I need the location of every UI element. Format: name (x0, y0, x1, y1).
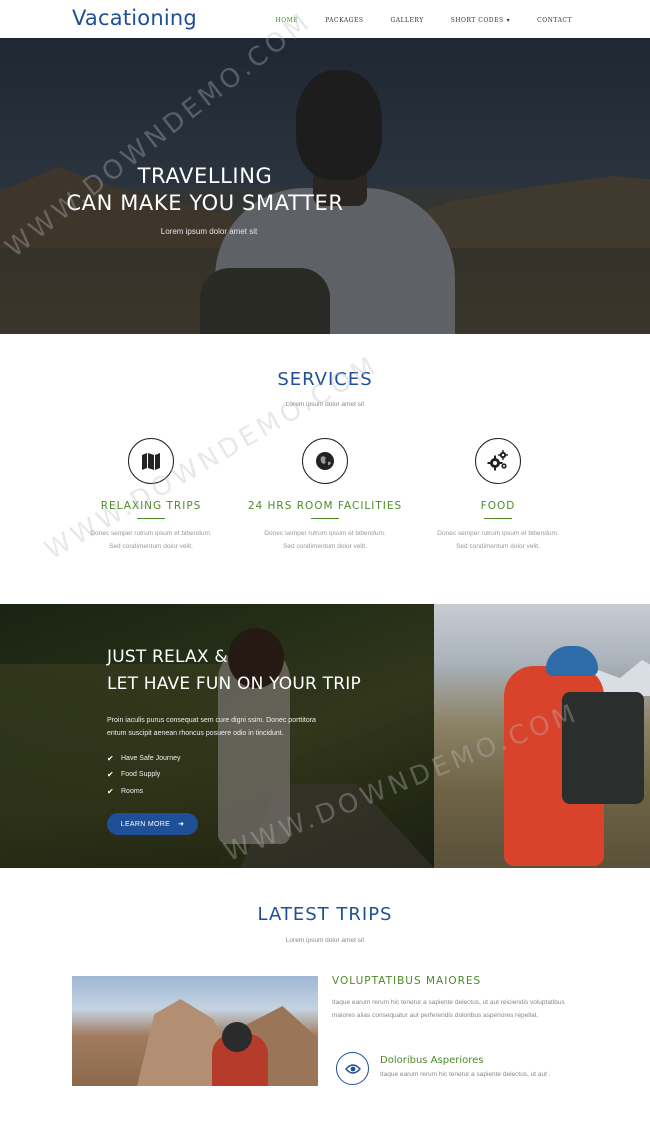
service-divider (484, 518, 512, 519)
nav-contact[interactable]: CONTACT (537, 17, 572, 24)
learn-more-label: LEARN MORE (120, 820, 171, 828)
service-name: FOOD (480, 500, 516, 512)
relax-feature-list: ✔ Have Safe Journey ✔ Food Supply ✔ Rooms (107, 750, 181, 800)
trip-title[interactable]: VOLUPTATIBUS MAIORES (332, 975, 481, 987)
service-food: FOOD Donec semper rutrum ipsum et bibend… (408, 438, 588, 553)
check-icon: ✔ (107, 770, 114, 780)
list-item-label: Rooms (121, 787, 144, 795)
main-nav: HOME PACKAGES GALLERY SHORT CODES ▾ CONTA… (248, 17, 572, 24)
eye-icon (344, 1063, 361, 1074)
latest-trips-subtitle: Lorem ipsum dolor amet sit (285, 937, 365, 944)
trip-person-head (222, 1022, 252, 1052)
service-icon-circle[interactable] (302, 438, 348, 484)
relax-title-line2: LET HAVE FUN ON YOUR TRIP (107, 674, 361, 694)
relax-photographer-hat (546, 646, 598, 676)
list-item-label: Have Safe Journey (121, 754, 181, 762)
service-name: 24 HRS ROOM FACILITIES (247, 500, 403, 512)
relax-photo-photographer (434, 604, 650, 868)
service-divider (137, 518, 165, 519)
relax-section: JUST RELAX & LET HAVE FUN ON YOUR TRIP P… (0, 604, 650, 868)
service-relaxing-trips: RELAXING TRIPS Donec semper rutrum ipsum… (61, 438, 241, 553)
nav-short-codes[interactable]: SHORT CODES ▾ (451, 17, 510, 24)
service-name: RELAXING TRIPS (100, 500, 202, 512)
nav-home[interactable]: HOME (275, 17, 298, 24)
service-room-facilities: 24 HRS ROOM FACILITIES Donec semper rutr… (235, 438, 415, 553)
hero-title-line1: TRAVELLING (137, 164, 273, 188)
site-logo[interactable]: Vacationing (72, 6, 197, 30)
service-desc: Donec semper rutrum ipsum et bibendum. S… (61, 527, 241, 553)
nav-short-codes-label: SHORT CODES (450, 17, 504, 24)
service-desc-line1: Donec semper rutrum ipsum et bibendum. (90, 530, 212, 537)
nav-gallery[interactable]: GALLERY (390, 17, 423, 24)
site-header: Vacationing HOME PACKAGES GALLERY SHORT … (0, 0, 650, 38)
check-icon: ✔ (107, 786, 114, 796)
service-icon-circle[interactable] (475, 438, 521, 484)
nav-packages[interactable]: PACKAGES (325, 17, 363, 24)
service-desc-line2: Sed condimentum dolor velit. (456, 543, 540, 550)
hero-banner: TRAVELLING CAN MAKE YOU SMATTER Lorem ip… (0, 38, 650, 334)
learn-more-button[interactable]: LEARN MORE ➜ (107, 813, 198, 835)
latest-trips-title: LATEST TRIPS (257, 904, 393, 925)
relax-title-line1: JUST RELAX & (107, 647, 228, 667)
map-icon (142, 453, 160, 470)
check-icon: ✔ (107, 753, 114, 763)
globe-icon (316, 452, 334, 470)
hero-title-line2: CAN MAKE YOU SMATTER (66, 191, 344, 215)
feature-description: Itaque earum rerum hic tenetur a sapient… (380, 1071, 551, 1078)
services-title: SERVICES (277, 369, 373, 390)
relax-photographer-backpack (562, 692, 644, 804)
services-subtitle: Lorem ipsum dolor amet sit (285, 401, 365, 408)
relax-text: Proin iaculis purus consequat sem cure d… (107, 717, 316, 737)
trip-image[interactable] (72, 976, 318, 1086)
list-item: ✔ Food Supply (107, 767, 181, 784)
caret-down-icon: ▾ (506, 17, 511, 24)
service-desc: Donec semper rutrum ipsum et bibendum. S… (235, 527, 415, 553)
service-desc: Donec semper rutrum ipsum et bibendum. S… (408, 527, 588, 553)
feature-title: Doloribus Asperiores (380, 1055, 484, 1066)
list-item: ✔ Rooms (107, 783, 181, 800)
relax-title: JUST RELAX & LET HAVE FUN ON YOUR TRIP (107, 644, 361, 698)
service-divider (311, 518, 339, 519)
service-desc-line2: Sed condimentum dolor velit. (283, 543, 367, 550)
trip-description: Itaque earum rerum hic tenetur a sapient… (332, 999, 565, 1019)
hero-title: TRAVELLING CAN MAKE YOU SMATTER (0, 163, 410, 217)
list-item-label: Food Supply (121, 771, 161, 779)
service-desc-line1: Donec semper rutrum ipsum et bibendum. (264, 530, 386, 537)
feature-icon-circle (336, 1052, 369, 1085)
service-icon-circle[interactable] (128, 438, 174, 484)
service-desc-line2: Sed condimentum dolor velit. (109, 543, 193, 550)
list-item: ✔ Have Safe Journey (107, 750, 181, 767)
arrow-right-icon: ➜ (178, 821, 185, 828)
hero-subtitle: Lorem ipsum dolor amet sit (160, 227, 258, 236)
gears-icon (487, 450, 508, 471)
service-desc-line1: Donec semper rutrum ipsum et bibendum. (437, 530, 559, 537)
